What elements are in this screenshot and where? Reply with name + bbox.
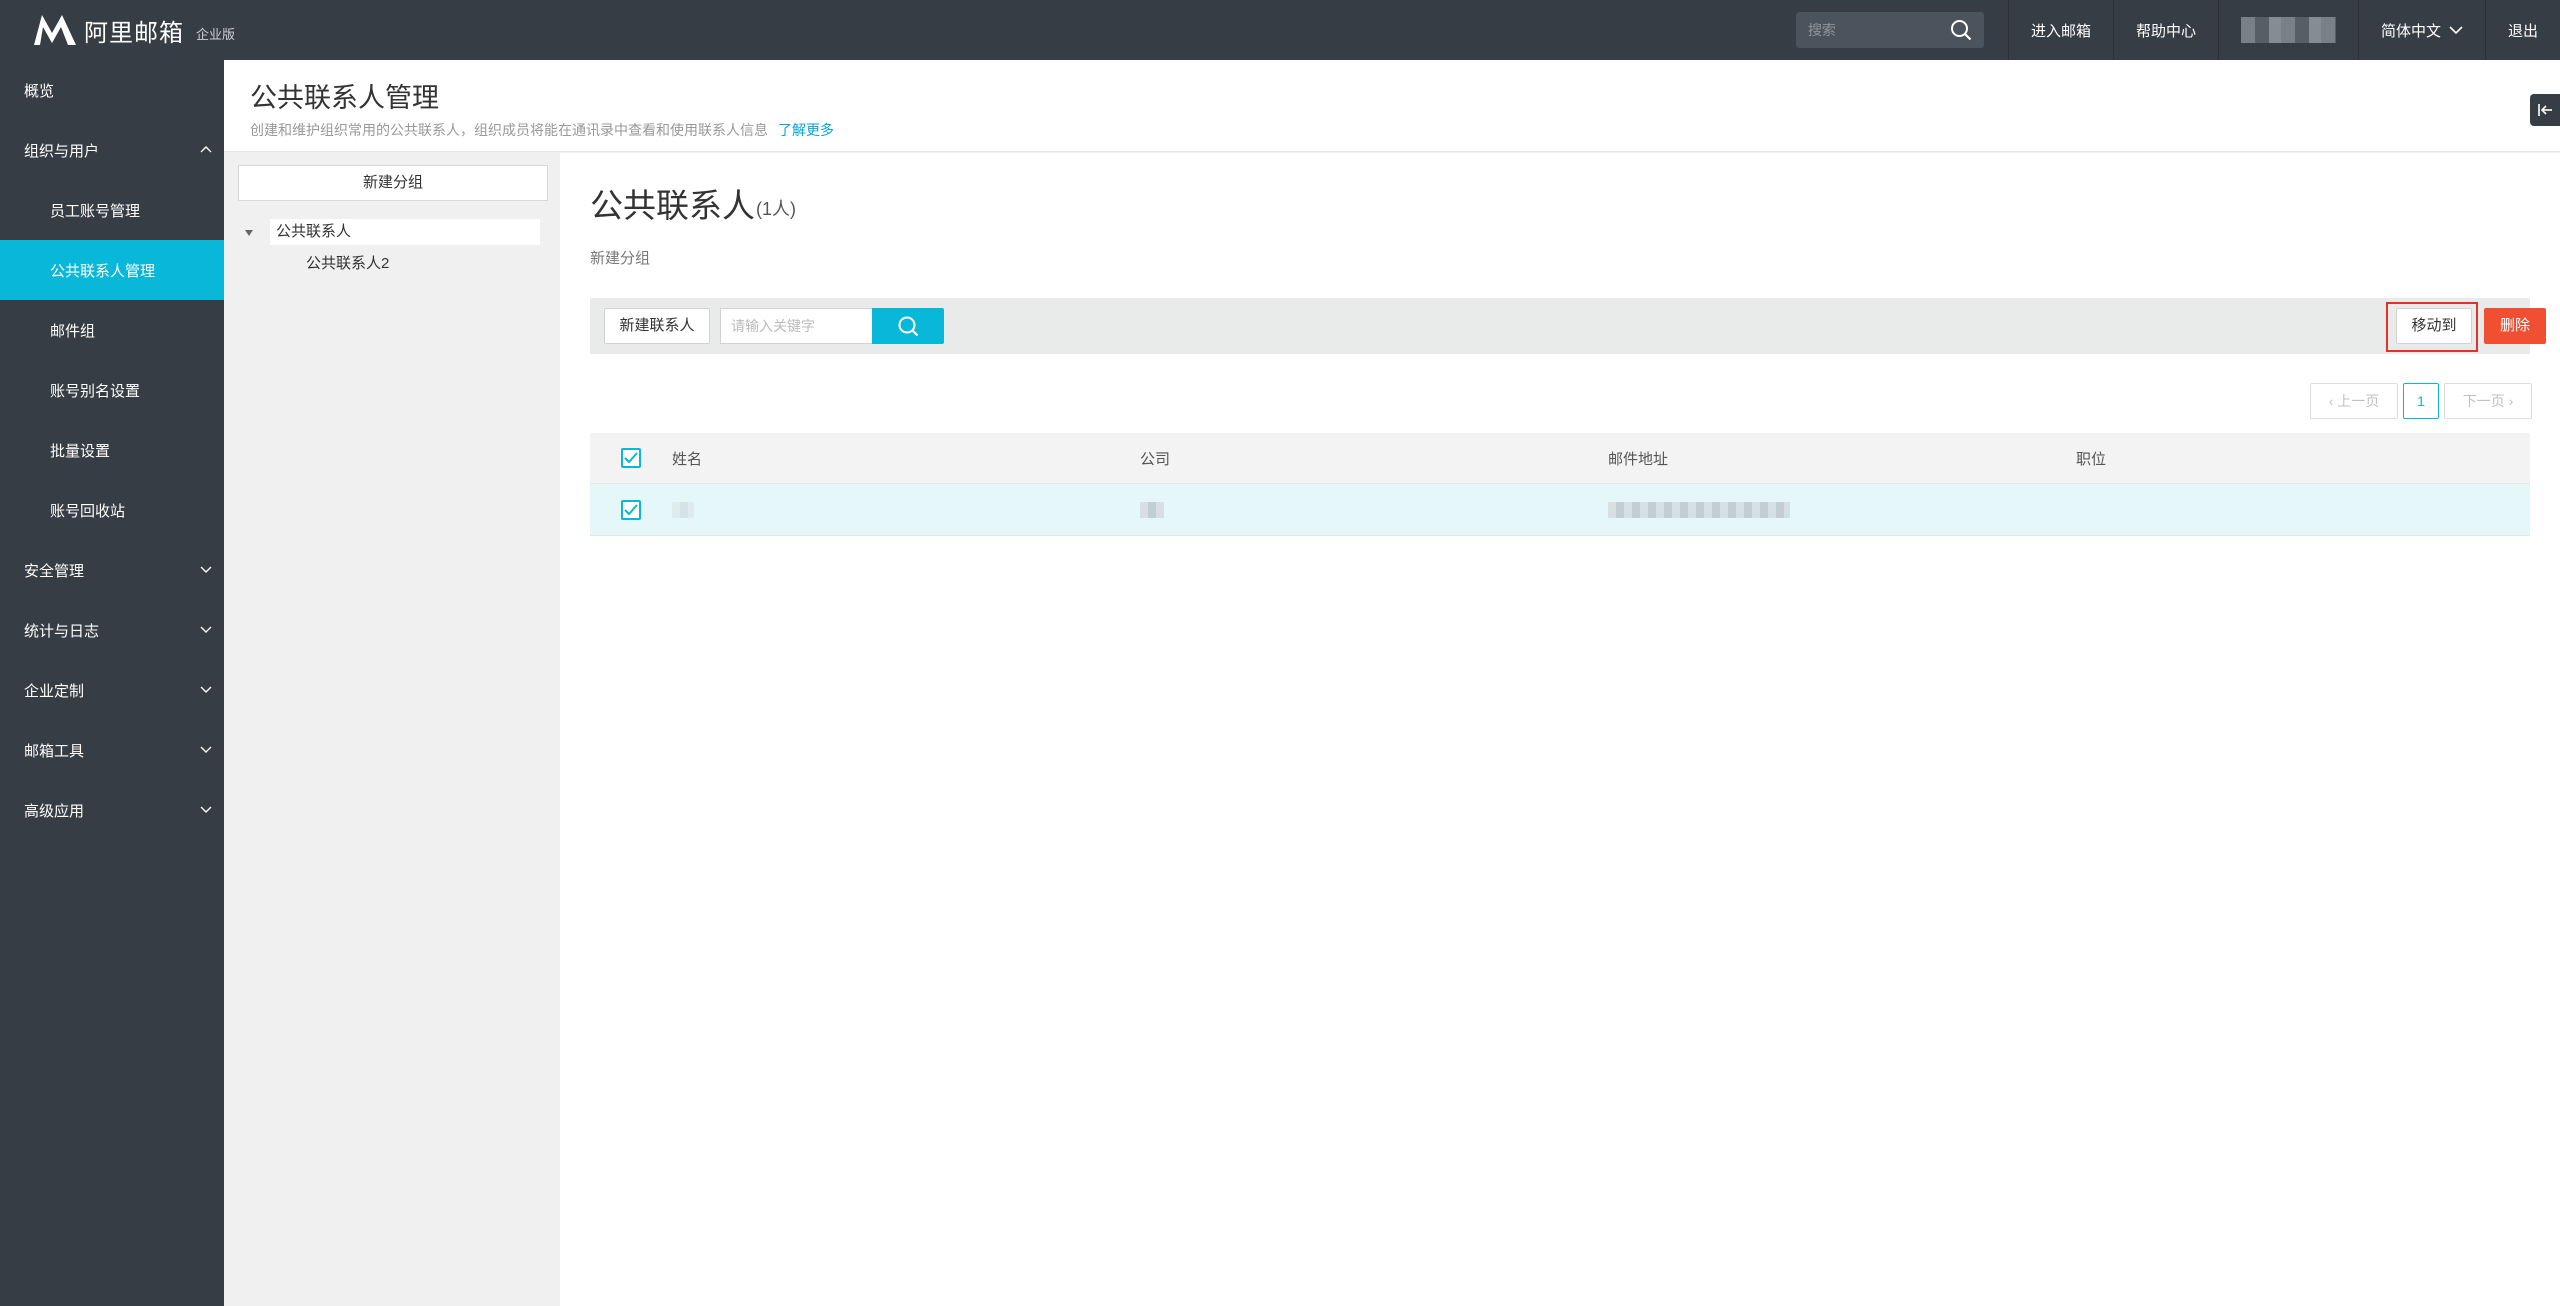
content-title: 公共联系人 (590, 187, 755, 224)
new-group-link[interactable]: 新建分组 (590, 247, 650, 268)
group-panel: 新建分组 公共联系人 公共联系人2 (224, 153, 560, 1306)
page-title: 公共联系人管理 (250, 83, 439, 113)
chevron-up-icon (200, 146, 212, 153)
sidebar-item-advanced[interactable]: 高级应用 (0, 780, 224, 840)
top-bar: 阿里邮箱 企业版 进入邮箱 帮助中心 简体中文 退出 (0, 0, 2560, 60)
new-group-button[interactable]: 新建分组 (238, 165, 548, 201)
table-row[interactable] (590, 484, 2530, 536)
search-icon (898, 316, 919, 337)
language-label: 简体中文 (2380, 22, 2441, 40)
chevron-down-icon (200, 746, 212, 753)
tree-node-public-contacts[interactable]: 公共联系人 (270, 219, 540, 245)
brand-logo[interactable]: 阿里邮箱 企业版 (32, 0, 235, 60)
sidebar-item-org-users[interactable]: 组织与用户 (0, 120, 224, 180)
caret-down-icon[interactable] (244, 229, 254, 237)
logo-m-icon (34, 15, 76, 45)
check-icon (624, 503, 638, 515)
brand-name: 阿里邮箱 (84, 19, 184, 47)
tree-node-public-contacts-2[interactable]: 公共联系人2 (306, 251, 389, 277)
column-header-company[interactable]: 公司 (1140, 448, 1608, 469)
enter-mail-link[interactable]: 进入邮箱 (2007, 0, 2113, 60)
page-header: 公共联系人管理 创建和维护组织常用的公共联系人，组织成员将能在通讯录中查看和使用… (224, 60, 2560, 152)
check-icon (624, 452, 638, 464)
help-center-link[interactable]: 帮助中心 (2112, 0, 2218, 60)
chevron-down-icon (200, 806, 212, 813)
sidebar-item-mail-groups[interactable]: 邮件组 (0, 300, 224, 360)
column-header-name[interactable]: 姓名 (672, 448, 1140, 469)
new-contact-button[interactable]: 新建联系人 (604, 308, 710, 344)
user-name-redacted (2240, 17, 2336, 43)
prev-page-button[interactable]: ‹ 上一页 (2310, 383, 2398, 419)
top-search (1795, 12, 1984, 48)
sidebar: 概览 组织与用户 员工账号管理 公共联系人管理 邮件组 账号别名设置 批量设置 … (0, 60, 224, 1306)
sidebar-item-public-contacts[interactable]: 公共联系人管理 (0, 240, 224, 300)
keyword-search-input[interactable] (720, 308, 872, 344)
search-icon[interactable] (1950, 19, 1972, 41)
page-description: 创建和维护组织常用的公共联系人，组织成员将能在通讯录中查看和使用联系人信息 了解更… (250, 122, 834, 138)
chevron-down-icon (200, 686, 212, 693)
sidebar-item-account-alias[interactable]: 账号别名设置 (0, 360, 224, 420)
language-select[interactable]: 简体中文 (2357, 0, 2485, 60)
keyword-search-button[interactable] (872, 308, 944, 344)
sidebar-item-account-recycle[interactable]: 账号回收站 (0, 480, 224, 540)
cell-company (1140, 501, 1608, 519)
select-all-checkbox[interactable] (621, 448, 641, 468)
column-header-position[interactable]: 职位 (2076, 448, 2530, 469)
redacted-email (1608, 502, 1790, 519)
sidebar-item-batch-settings[interactable]: 批量设置 (0, 420, 224, 480)
next-page-button[interactable]: 下一页 › (2444, 383, 2532, 419)
collapse-left-icon (2538, 104, 2552, 116)
top-search-input[interactable] (1795, 22, 1936, 38)
chevron-down-icon (200, 626, 212, 633)
toolbar: 新建联系人 移动到 删除 (590, 298, 2546, 354)
page-number-1[interactable]: 1 (2403, 383, 2439, 419)
chevron-down-icon (2449, 26, 2463, 35)
brand-edition: 企业版 (196, 26, 236, 42)
sidebar-item-stats-logs[interactable]: 统计与日志 (0, 600, 224, 660)
collapse-panel-button[interactable] (2530, 94, 2560, 126)
main-content: 公共联系人 (1人) 新建分组 新建联系人 移动到 删除 ‹ 上一页 1 下一页… (560, 153, 2560, 1306)
contact-count: (1人) (756, 199, 796, 219)
chevron-down-icon (200, 566, 212, 573)
cell-email (1608, 501, 2076, 519)
redacted-company (1140, 502, 1164, 519)
logout-link[interactable]: 退出 (2484, 0, 2560, 60)
column-header-email[interactable]: 邮件地址 (1608, 448, 2076, 469)
sidebar-item-employee-accounts[interactable]: 员工账号管理 (0, 180, 224, 240)
contacts-table: 姓名 公司 邮件地址 职位 (590, 433, 2530, 536)
delete-button[interactable]: 删除 (2484, 308, 2546, 344)
table-header: 姓名 公司 邮件地址 职位 (590, 433, 2530, 484)
redacted-name (672, 502, 694, 519)
row-checkbox[interactable] (621, 499, 641, 520)
sidebar-item-overview[interactable]: 概览 (0, 60, 224, 120)
learn-more-link[interactable]: 了解更多 (778, 122, 834, 138)
cell-name (672, 501, 1140, 519)
sidebar-item-enterprise-custom[interactable]: 企业定制 (0, 660, 224, 720)
sidebar-item-security[interactable]: 安全管理 (0, 540, 224, 600)
sidebar-item-mail-tools[interactable]: 邮箱工具 (0, 720, 224, 780)
user-account[interactable] (2217, 0, 2358, 60)
move-to-button[interactable]: 移动到 (2396, 308, 2472, 344)
